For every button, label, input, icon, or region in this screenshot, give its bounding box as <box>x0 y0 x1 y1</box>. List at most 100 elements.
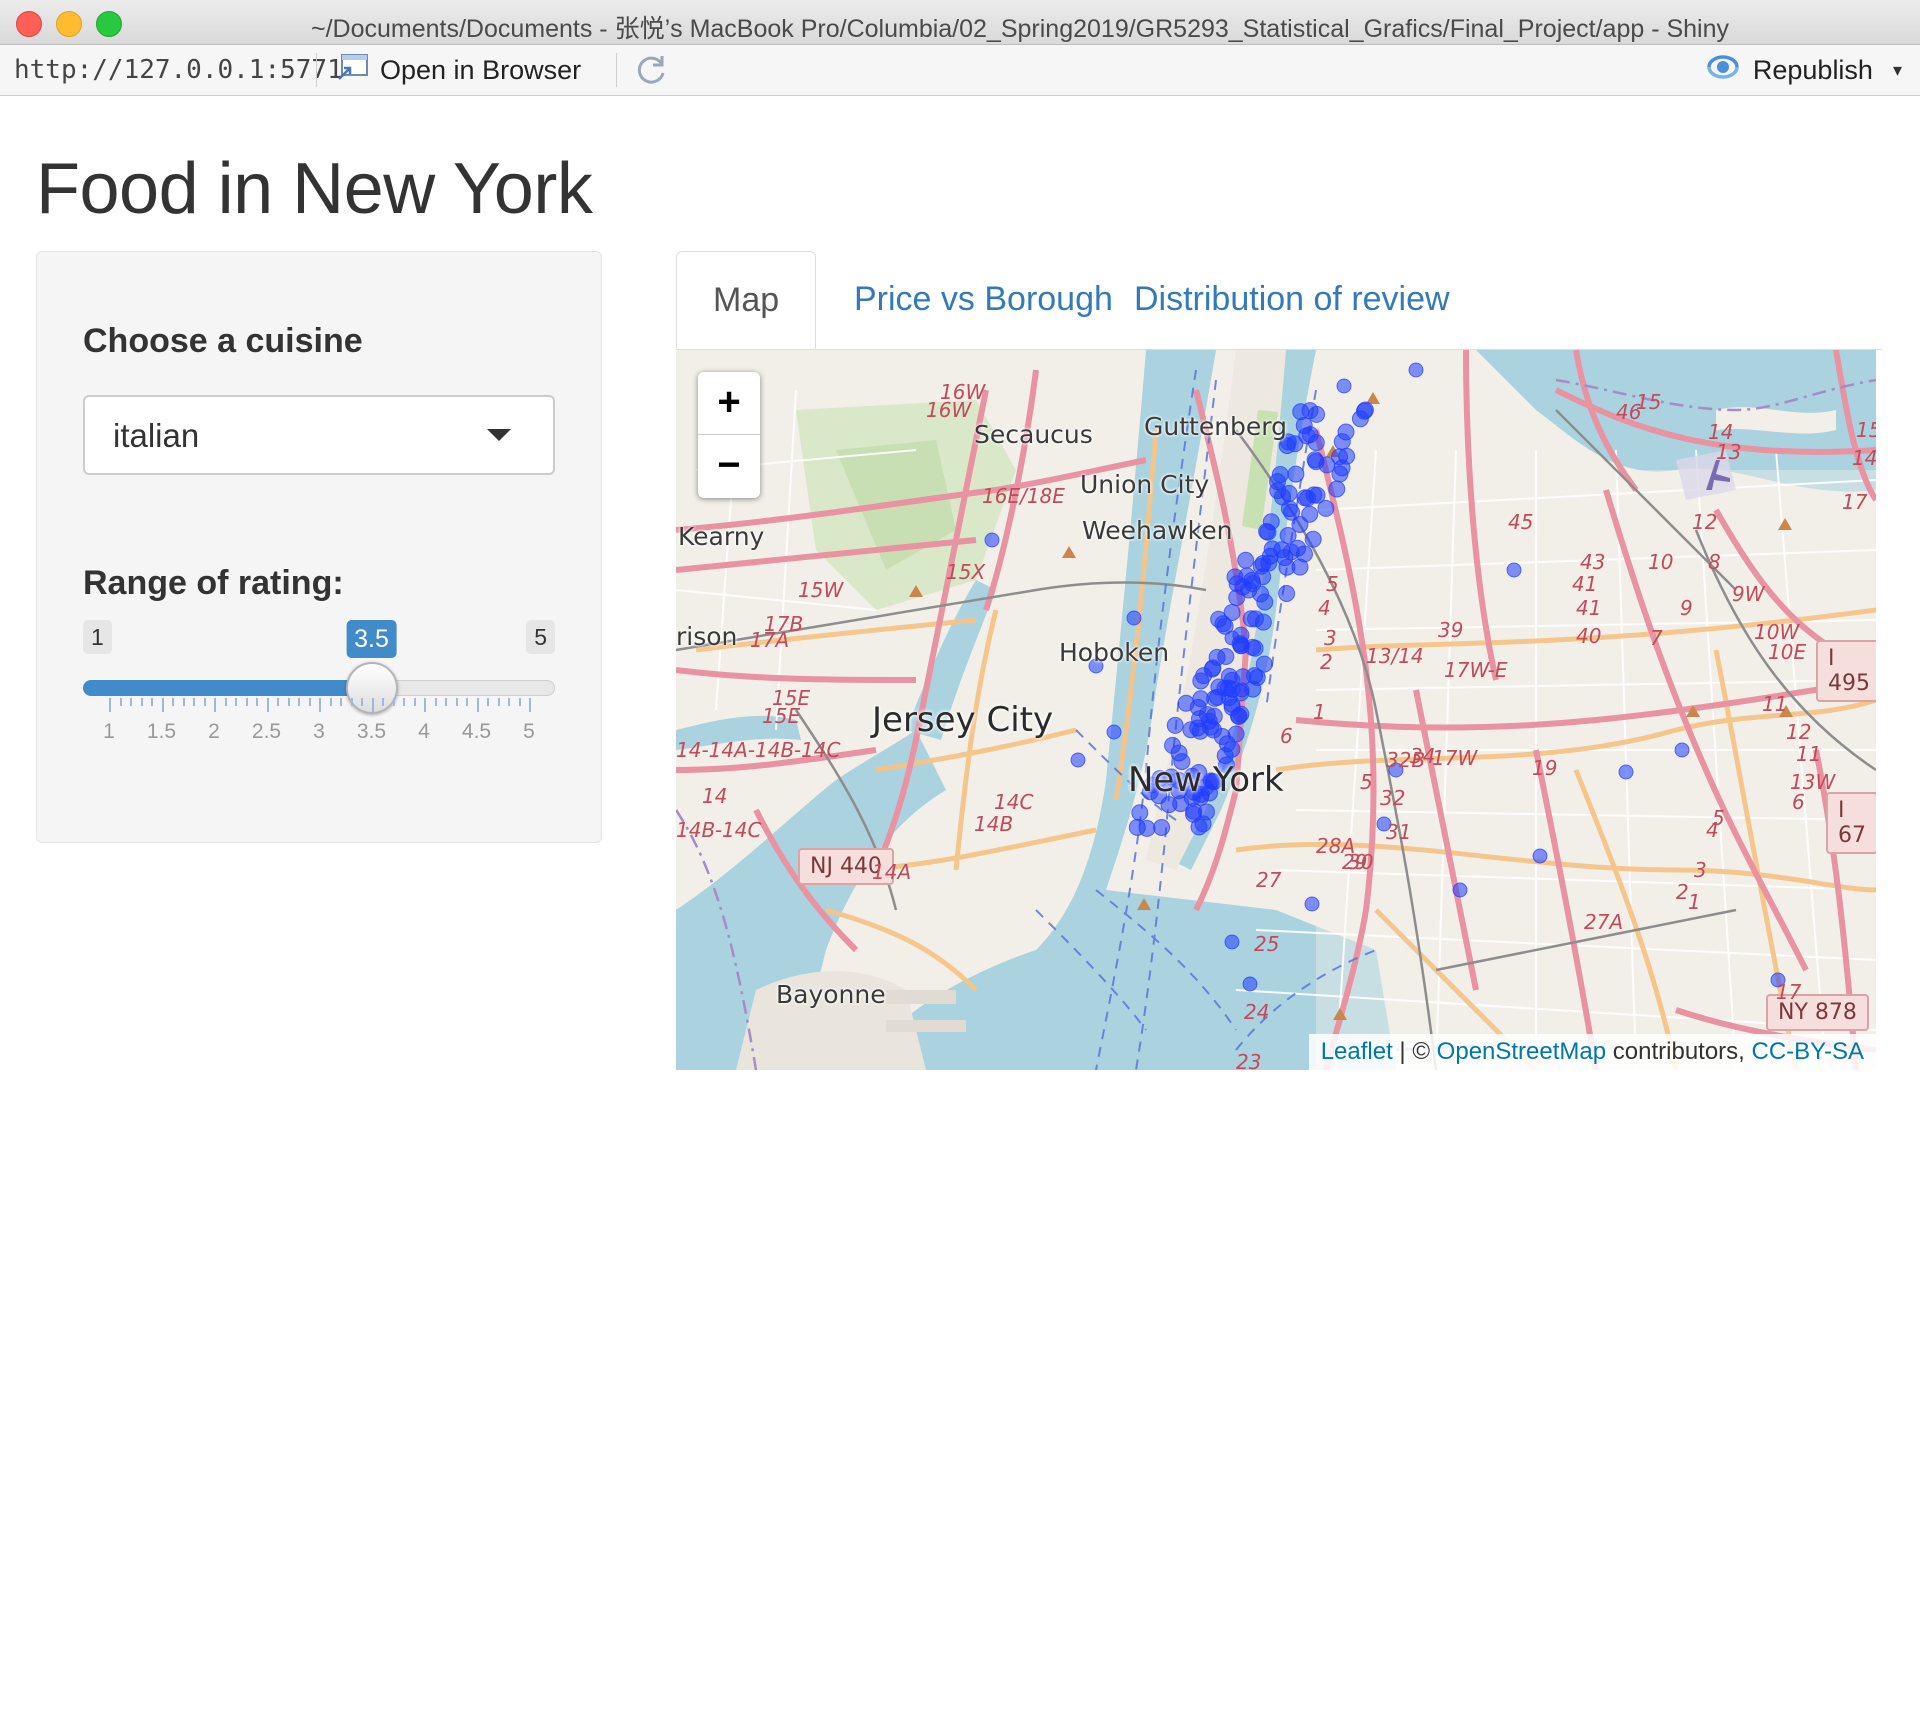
zoom-out-button[interactable]: − <box>698 435 760 497</box>
restaurant-marker[interactable] <box>1234 682 1250 698</box>
restaurant-marker[interactable] <box>1198 706 1216 724</box>
restaurant-marker[interactable] <box>1259 523 1277 541</box>
restaurant-marker[interactable] <box>1131 804 1149 822</box>
restaurant-marker[interactable] <box>1287 465 1305 483</box>
restaurant-marker[interactable] <box>1185 802 1203 820</box>
restaurant-marker[interactable] <box>1237 551 1255 569</box>
restaurant-marker[interactable] <box>1106 724 1122 740</box>
leaflet-map[interactable]: Secaucus Guttenberg Union City Weehawken… <box>676 350 1876 1070</box>
slider-tick-label: 1.5 <box>146 720 177 743</box>
url-display[interactable]: http://127.0.0.1:5771 <box>14 55 343 85</box>
restaurant-marker[interactable] <box>1278 585 1296 602</box>
restaurant-marker[interactable] <box>1317 499 1335 517</box>
restaurant-marker[interactable] <box>1128 818 1146 836</box>
restaurant-marker[interactable] <box>1336 378 1352 394</box>
zoom-window-button[interactable] <box>96 11 122 37</box>
restaurant-marker[interactable] <box>1333 433 1351 451</box>
exit-number: 7 <box>1650 626 1663 650</box>
slider-tick <box>445 698 447 706</box>
restaurant-marker[interactable] <box>1291 516 1309 533</box>
restaurant-marker[interactable] <box>1226 568 1244 586</box>
restaurant-marker[interactable] <box>1674 742 1690 758</box>
slider-tick-label: 3 <box>313 720 325 743</box>
restaurant-marker[interactable] <box>1206 689 1224 707</box>
zoom-in-button[interactable]: + <box>698 372 760 435</box>
restaurant-marker[interactable] <box>1189 719 1207 737</box>
restaurant-marker[interactable] <box>1269 473 1286 491</box>
restaurant-marker[interactable] <box>1301 402 1319 420</box>
restaurant-marker[interactable] <box>1224 630 1240 646</box>
open-in-browser-button[interactable]: Open in Browser <box>336 53 581 87</box>
slider-tick-label: 4 <box>418 720 430 743</box>
restaurant-marker[interactable] <box>1227 725 1245 743</box>
exit-number: 45 <box>1508 510 1534 534</box>
restaurant-marker[interactable] <box>1299 489 1316 507</box>
refresh-icon[interactable] <box>632 51 670 89</box>
exit-number: 9 <box>1680 596 1693 620</box>
cuisine-select[interactable]: italian <box>83 395 555 475</box>
restaurant-marker[interactable] <box>1408 362 1424 378</box>
restaurant-marker[interactable] <box>1164 736 1181 754</box>
restaurant-marker[interactable] <box>1328 480 1346 498</box>
exit-number: 3 <box>1324 626 1337 650</box>
restaurant-marker[interactable] <box>1214 615 1232 633</box>
close-window-button[interactable] <box>16 11 42 37</box>
exit-number: 12 <box>1692 510 1718 534</box>
restaurant-marker[interactable] <box>1304 530 1322 548</box>
exit-number: 6 <box>1280 724 1293 748</box>
restaurant-marker[interactable] <box>1304 896 1320 912</box>
restaurant-marker[interactable] <box>1234 668 1252 686</box>
exit-number: 15 <box>1856 418 1876 442</box>
slider-min-label: 1 <box>83 620 112 654</box>
slider-tick <box>518 698 521 706</box>
slider-tick <box>151 698 153 706</box>
restaurant-marker[interactable] <box>1223 699 1241 716</box>
slider-tick <box>487 698 489 706</box>
restaurant-marker[interactable] <box>1246 639 1264 657</box>
tab-map[interactable]: Map <box>676 251 817 349</box>
restaurant-marker[interactable] <box>1213 728 1231 745</box>
restaurant-marker[interactable] <box>1252 585 1270 603</box>
restaurant-marker[interactable] <box>1070 752 1086 768</box>
leaflet-link[interactable]: Leaflet <box>1321 1038 1393 1065</box>
restaurant-marker[interactable] <box>1224 934 1240 950</box>
restaurant-marker[interactable] <box>984 532 1000 548</box>
slider-tick <box>308 698 311 706</box>
slider-tick <box>434 698 437 706</box>
republish-button[interactable]: Republish ▾ <box>1705 53 1902 87</box>
restaurant-marker[interactable] <box>1282 543 1300 561</box>
restaurant-marker[interactable] <box>1338 447 1356 465</box>
restaurant-marker[interactable] <box>1242 976 1258 992</box>
restaurant-marker[interactable] <box>1261 547 1279 565</box>
slider-tick <box>182 698 185 706</box>
restaurant-marker[interactable] <box>1618 764 1634 780</box>
restaurant-marker[interactable] <box>1126 610 1142 626</box>
openstreetmap-link[interactable]: OpenStreetMap <box>1437 1038 1606 1065</box>
restaurant-marker[interactable] <box>1208 648 1226 666</box>
tab-distribution-of-review[interactable]: Distribution of review <box>1098 251 1486 349</box>
slider-tick-label: 4.5 <box>461 720 492 743</box>
rating-slider[interactable]: 1 5 3.5 1 1.5 2 2.5 3 3.5 4 4.5 5 <box>83 616 555 776</box>
restaurant-marker[interactable] <box>1274 488 1291 506</box>
restaurant-marker[interactable] <box>1192 672 1210 690</box>
slider-tick <box>298 698 300 706</box>
restaurant-marker[interactable] <box>1166 716 1184 734</box>
restaurant-marker[interactable] <box>1331 465 1349 483</box>
restaurant-marker[interactable] <box>1452 882 1468 898</box>
exit-number: 16W <box>926 398 972 422</box>
restaurant-marker[interactable] <box>1532 848 1548 864</box>
restaurant-marker[interactable] <box>1153 819 1171 836</box>
restaurant-marker[interactable] <box>1242 610 1260 628</box>
restaurant-marker[interactable] <box>1506 562 1522 578</box>
place-label: Secaucus <box>974 420 1093 449</box>
minimize-window-button[interactable] <box>56 11 82 37</box>
slider-tick <box>403 698 405 706</box>
restaurant-marker[interactable] <box>1298 427 1316 445</box>
chevron-down-icon[interactable]: ▾ <box>1893 60 1902 81</box>
restaurant-marker[interactable] <box>1351 410 1369 428</box>
slider-tick <box>130 698 132 706</box>
restaurant-marker[interactable] <box>1255 655 1273 673</box>
window-title: ~/Documents/Documents - 张悦’s MacBook Pro… <box>310 15 1730 43</box>
license-link[interactable]: CC-BY-SA <box>1752 1038 1864 1065</box>
exit-number: 16E/18E <box>982 484 1065 508</box>
